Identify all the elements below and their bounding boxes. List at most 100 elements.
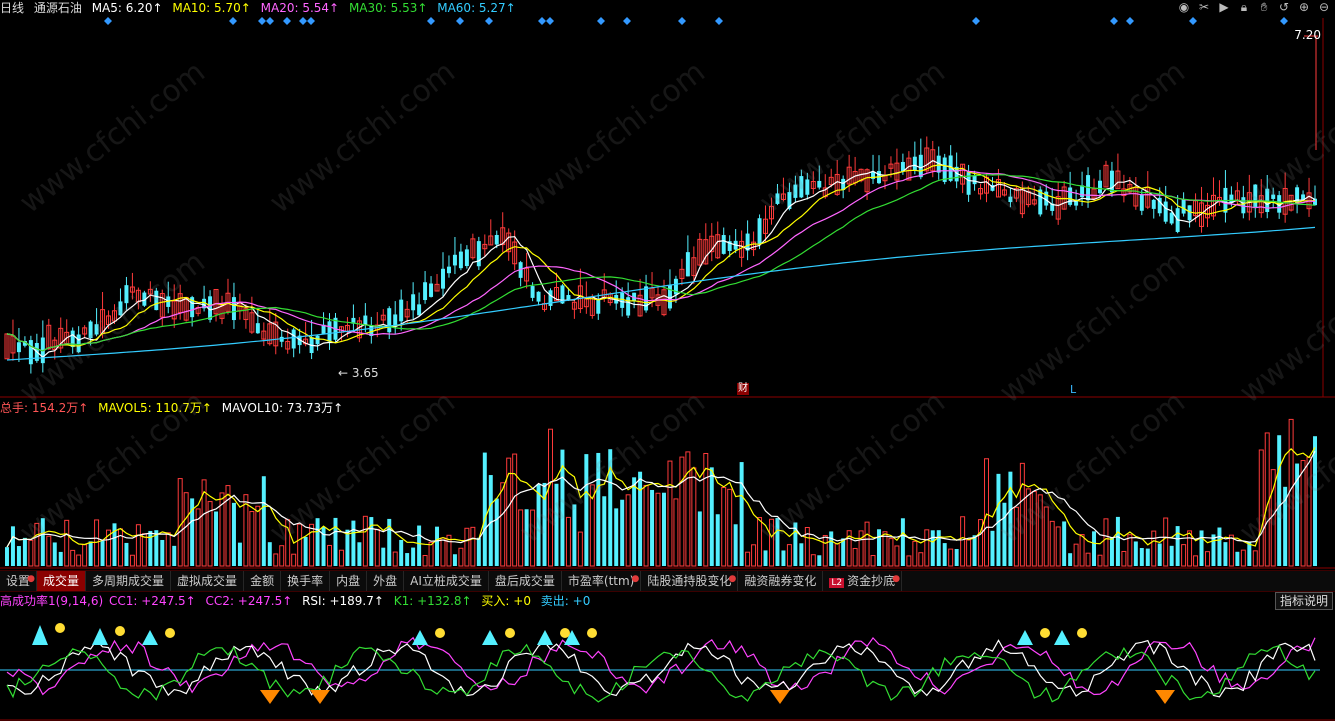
volume-bar: [117, 528, 123, 567]
ma-line: [6, 169, 1316, 352]
volume-bar: [745, 551, 751, 567]
indicator-name[interactable]: 高成功率1(9,14,6): [0, 594, 103, 608]
volume-bar: [1211, 534, 1216, 566]
volume-bar: [632, 477, 637, 566]
volume-bar: [1217, 527, 1222, 566]
buy-zone: [412, 630, 428, 645]
tab-label: 金额: [250, 574, 275, 588]
candle-body: [441, 268, 445, 289]
candle-body: [363, 315, 368, 325]
volume-bar: [1062, 521, 1067, 566]
tab-settings[interactable]: 设置 ●: [0, 571, 38, 591]
candlestick-series: [4, 35, 1318, 374]
high-price-label: 7.20: [1294, 28, 1321, 42]
volume-bar: [1002, 502, 1007, 566]
tab-multi-period-volume[interactable]: 多周期成交量: [86, 571, 172, 591]
tab-turnover[interactable]: 换手率: [281, 571, 331, 591]
candle-body: [1098, 180, 1102, 194]
candle-body: [1181, 199, 1186, 214]
volume-bar: [786, 544, 792, 567]
candle-body: [231, 297, 236, 321]
signal-diamond: [715, 17, 723, 25]
play-icon[interactable]: ▶: [1217, 0, 1231, 16]
volume-bar: [757, 517, 763, 567]
volume-bar: [596, 452, 601, 566]
undo-icon[interactable]: ↺: [1277, 0, 1291, 16]
sell-zone: [260, 690, 280, 704]
volume-bar: [34, 522, 40, 567]
indicator-help-button[interactable]: 指标说明: [1274, 592, 1333, 610]
candle-body: [1241, 197, 1246, 214]
candle-body: [429, 283, 434, 297]
tab-virtual-volume[interactable]: 虚拟成交量: [171, 571, 245, 591]
tab-outer-volume[interactable]: 外盘: [367, 571, 405, 591]
volume-bar: [996, 473, 1001, 566]
candle-body: [494, 234, 499, 245]
candle-body: [387, 308, 392, 333]
candle-body: [799, 176, 804, 198]
stock-name: 通源石油: [33, 1, 82, 15]
hand-icon[interactable]: ✋︎: [1257, 0, 1271, 16]
indicator-lines: [0, 623, 1320, 704]
candle-body: [1008, 196, 1013, 203]
volume-ma-line: [6, 447, 1316, 548]
volume-bar: [225, 485, 231, 567]
eye-icon[interactable]: ◉: [1177, 0, 1191, 16]
volume-bar: [960, 516, 966, 567]
chart-canvas[interactable]: [0, 0, 1335, 721]
volume-bar: [327, 544, 333, 567]
ma60-label: MA60: 5.27↑: [437, 1, 516, 15]
volume-bar: [231, 502, 236, 566]
volume-bar: [1223, 542, 1228, 566]
period-label[interactable]: 日线: [0, 1, 24, 15]
volume-bar: [392, 551, 398, 567]
tab-inner-volume[interactable]: 内盘: [330, 571, 368, 591]
tab-margin-trading[interactable]: 融资融券变化: [738, 571, 824, 591]
smiley-icon: [505, 628, 515, 638]
candle-body: [1253, 184, 1258, 209]
smiley-icon: [115, 626, 125, 636]
volume-bar: [124, 542, 129, 566]
finance-marker[interactable]: 财: [737, 383, 749, 395]
tab-label: 换手率: [287, 574, 324, 588]
candle-body: [16, 342, 21, 353]
candle-body: [530, 286, 535, 298]
volume-bar: [948, 548, 954, 567]
candle-body: [291, 329, 296, 349]
indicator-line: [6, 639, 1316, 698]
signal-diamond: [283, 17, 291, 25]
volume-bar: [1103, 518, 1109, 567]
volume-bar: [405, 553, 410, 566]
signal-diamond: [623, 17, 631, 25]
tab-ai-volume[interactable]: AI立桩成交量: [404, 571, 489, 591]
volume-bar: [554, 483, 559, 566]
lock-icon[interactable]: 🔒︎: [1237, 0, 1251, 16]
volume-bar: [643, 484, 649, 567]
volume-bar: [1049, 520, 1055, 567]
total-volume-label: 总手: 154.2万↑: [0, 401, 89, 415]
volume-bar: [1157, 543, 1162, 566]
volume-bar: [291, 553, 297, 567]
scissors-icon[interactable]: ✂: [1197, 0, 1211, 16]
tab-volume[interactable]: 成交量: [37, 571, 87, 591]
zoom-out-icon[interactable]: ⊖: [1317, 0, 1331, 16]
tab-fund-bottom[interactable]: L2 资金抄底 ●: [823, 571, 903, 591]
ma-line: [6, 226, 1316, 361]
smiley-icon: [435, 628, 445, 638]
tab-northbound-holding[interactable]: 陆股通持股变化 ●: [641, 571, 739, 591]
tab-pe-ttm[interactable]: 市盈率(ttm) ●: [562, 571, 642, 591]
volume-bar: [888, 538, 894, 567]
tab-amount[interactable]: 金额: [244, 571, 282, 591]
cc2-label: CC2: +247.5↑: [205, 594, 293, 608]
candle-body: [28, 340, 33, 365]
volume-bar: [255, 505, 261, 567]
volume-bar: [536, 484, 541, 566]
volume-bar: [422, 555, 428, 567]
smiley-icon: [165, 628, 175, 638]
volume-bar: [769, 518, 774, 567]
zoom-in-icon[interactable]: ⊕: [1297, 0, 1311, 16]
tab-after-hours-volume[interactable]: 盘后成交量: [489, 571, 562, 591]
tab-label: 市盈率(ttm): [567, 574, 635, 588]
l-marker[interactable]: L: [1070, 383, 1076, 396]
sell-label: 卖出: +0: [540, 594, 591, 608]
